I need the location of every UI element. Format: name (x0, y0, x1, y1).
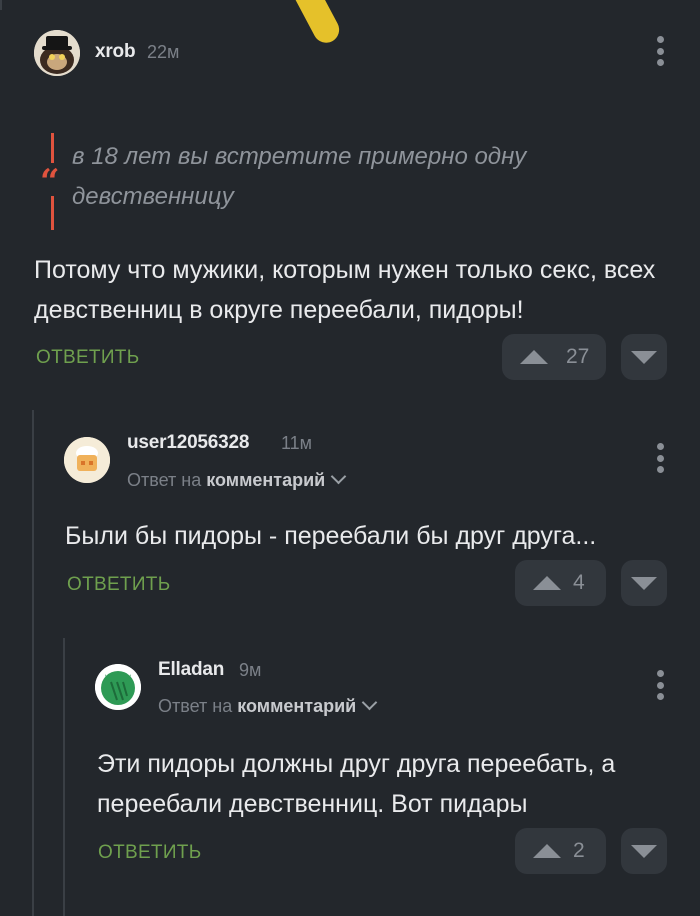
upvote-button[interactable]: 2 (515, 828, 606, 874)
more-vertical-icon[interactable] (652, 670, 668, 700)
timestamp: 9м (239, 660, 262, 680)
reply-to-prefix: Ответ на (158, 696, 233, 716)
avatar[interactable] (95, 664, 141, 710)
reply-to-link[interactable]: Ответ на комментарий (158, 694, 378, 717)
upvote-arrow-icon (533, 844, 561, 858)
reply-button[interactable]: ОТВЕТИТЬ (98, 842, 201, 864)
reply-to-target: комментарий (237, 696, 357, 716)
username[interactable]: Elladan (158, 659, 224, 681)
downvote-button[interactable] (621, 828, 667, 874)
vote-count: 2 (573, 839, 585, 862)
downvote-arrow-icon (631, 844, 657, 858)
chevron-down-icon (361, 694, 378, 711)
comment-elladan: Elladan 9м Ответ на комментарий Эти пидо… (0, 0, 700, 900)
avatar-elf-icon (95, 664, 141, 710)
comment-text: Эти пидоры должны друг друга переебать, … (97, 750, 616, 818)
